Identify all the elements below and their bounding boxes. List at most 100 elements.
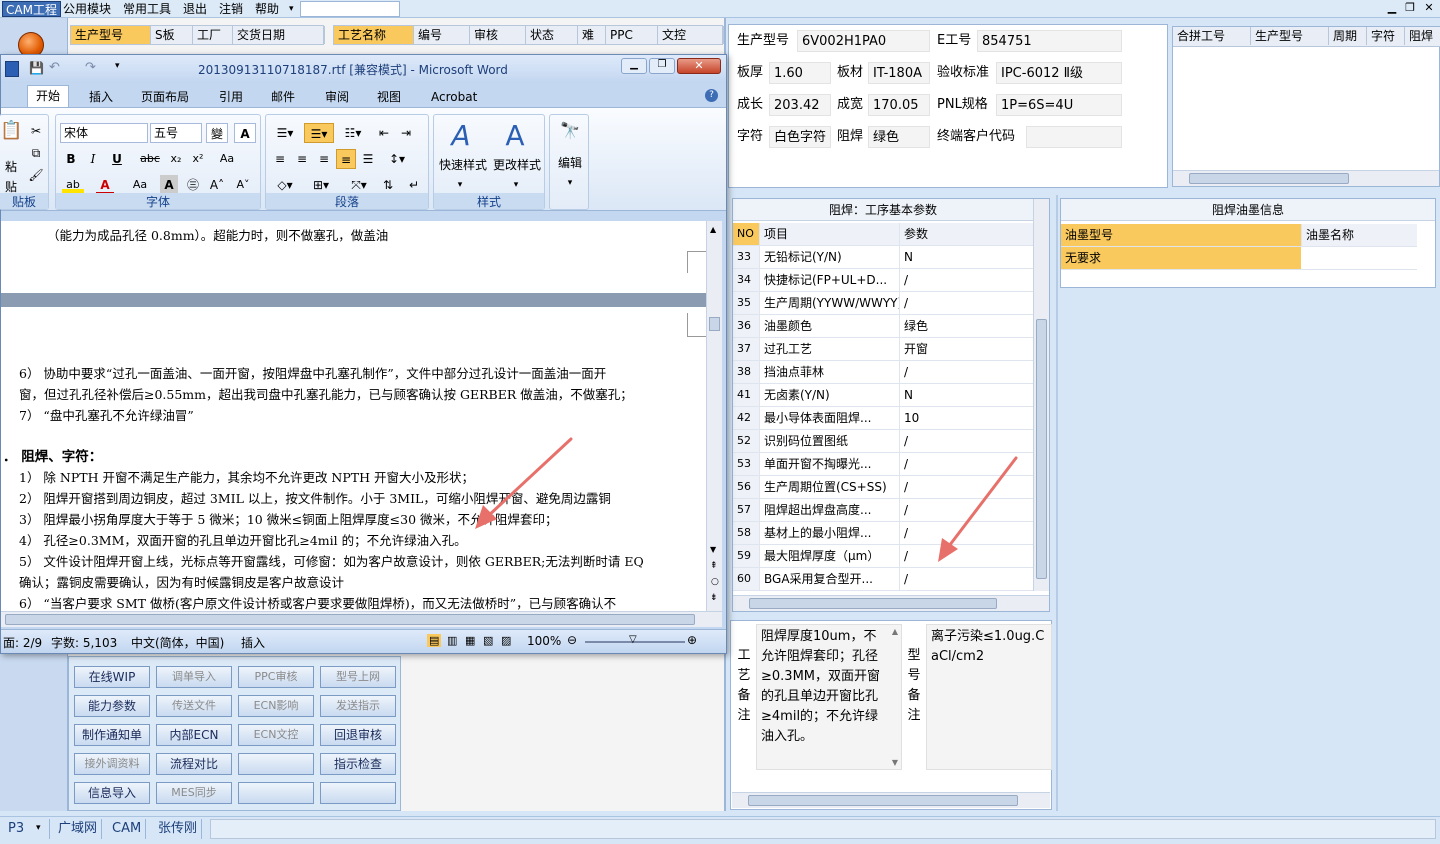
- col-ink-model[interactable]: 油墨型号: [1061, 224, 1301, 246]
- restore-icon[interactable]: ❐: [1402, 1, 1418, 14]
- scroll-thumb[interactable]: [1189, 173, 1349, 184]
- tab-references[interactable]: 引用: [219, 87, 243, 107]
- rollback-review-button[interactable]: 回退审核: [320, 724, 396, 746]
- send-file-button[interactable]: 传送文件: [156, 695, 232, 717]
- next-page-icon[interactable]: ⇟: [710, 593, 718, 603]
- chevron-down-icon[interactable]: ▾: [36, 823, 41, 833]
- table-row[interactable]: 38 挡油点菲林 /: [733, 361, 1033, 384]
- highlight-icon[interactable]: ab: [62, 175, 84, 195]
- col-merge-number[interactable]: 合拼工号: [1173, 27, 1251, 45]
- online-wip-button[interactable]: 在线WIP: [74, 666, 150, 688]
- col-doc-control[interactable]: 文控: [658, 26, 724, 44]
- blank-button-2[interactable]: [238, 782, 314, 804]
- full-reading-icon[interactable]: ▥: [447, 634, 457, 647]
- col-review[interactable]: 审核: [470, 26, 526, 44]
- scroll-thumb[interactable]: [748, 795, 1018, 806]
- word-minimize-icon[interactable]: ▁: [621, 58, 647, 74]
- redo-icon[interactable]: ↷: [85, 60, 96, 75]
- status-language[interactable]: 中文(简体，中国): [131, 634, 224, 651]
- menu-exit[interactable]: 退出: [180, 1, 210, 17]
- col-item[interactable]: 项目: [759, 223, 899, 245]
- web-layout-icon[interactable]: ▦: [465, 634, 475, 647]
- draft-icon[interactable]: ▨: [501, 634, 511, 647]
- col-process-name[interactable]: 工艺名称: [334, 26, 414, 44]
- browse-object-icon[interactable]: ○: [711, 577, 719, 587]
- chevron-down-icon[interactable]: ▾: [562, 173, 578, 193]
- enclose-char-icon[interactable]: ㊂: [184, 175, 202, 195]
- info-import-button[interactable]: 信息导入: [74, 782, 150, 804]
- merge-grid-hscroll[interactable]: [1173, 170, 1439, 186]
- help-icon[interactable]: ?: [705, 89, 718, 102]
- char-shading-icon[interactable]: A: [160, 175, 178, 195]
- tab-review[interactable]: 审阅: [325, 87, 349, 107]
- numbering-icon[interactable]: ☰▾: [304, 123, 334, 143]
- col-param[interactable]: 参数: [899, 223, 1033, 245]
- scroll-up-icon[interactable]: ▲: [710, 225, 716, 234]
- font-color-icon[interactable]: A: [96, 175, 114, 195]
- capability-params-button[interactable]: 能力参数: [74, 695, 150, 717]
- doc-hscroll[interactable]: [1, 611, 722, 627]
- scroll-down-icon[interactable]: ▼: [710, 545, 716, 554]
- clear-format-icon[interactable]: Aa: [216, 149, 238, 169]
- col-number[interactable]: 编号: [414, 26, 470, 44]
- internal-ecn-button[interactable]: 内部ECN: [156, 724, 232, 746]
- undo-icon[interactable]: ↶: [49, 60, 60, 75]
- bullets-icon[interactable]: ☰▾: [270, 123, 300, 143]
- tab-page-layout[interactable]: 页面布局: [141, 87, 189, 107]
- ecn-impact-button[interactable]: ECN影响: [238, 695, 314, 717]
- office-button-icon[interactable]: [5, 61, 19, 77]
- flow-compare-button[interactable]: 流程对比: [156, 753, 232, 775]
- send-instruction-button[interactable]: 发送指示: [320, 695, 396, 717]
- tab-home[interactable]: 开始: [27, 85, 70, 107]
- col-s-board[interactable]: S板: [151, 26, 193, 44]
- notes-hscroll[interactable]: [732, 792, 1050, 808]
- scroll-thumb[interactable]: [5, 614, 695, 625]
- prev-page-icon[interactable]: ⇞: [710, 561, 718, 571]
- process-note-box[interactable]: 阻焊厚度10um，不允许阻焊套印；孔径≥0.3MM，双面开窗的孔且单边开窗比孔≥…: [756, 624, 902, 770]
- strikethrough-icon[interactable]: abc: [138, 149, 162, 169]
- col-ink-name[interactable]: 油墨名称: [1301, 224, 1417, 246]
- subscript-icon[interactable]: x₂: [166, 149, 186, 169]
- menu-combo[interactable]: [300, 1, 400, 17]
- table-row[interactable]: 42 最小导体表面阻焊... 10: [733, 407, 1033, 430]
- page-top[interactable]: （能力为成品孔径 0.8mm）。超能力时，则不做塞孔，做盖油: [1, 221, 706, 293]
- table-row[interactable]: 37 过孔工艺 开窗: [733, 338, 1033, 361]
- quick-styles-label[interactable]: 快速样式: [436, 155, 490, 175]
- show-marks-icon[interactable]: ↵: [404, 175, 424, 195]
- shrink-font-icon[interactable]: A˅: [232, 175, 254, 195]
- menu-common-tools[interactable]: 常用工具: [120, 1, 174, 17]
- model-note-box[interactable]: 离子污染≤1.0ug.CaCl/cm2: [926, 624, 1052, 770]
- import-order-button[interactable]: 调单导入: [156, 666, 232, 688]
- params-hscroll[interactable]: [733, 595, 1049, 611]
- zoom-slider-thumb[interactable]: ▽: [629, 634, 637, 645]
- blank-button-3[interactable]: [320, 782, 396, 804]
- align-left-icon[interactable]: ≡: [270, 149, 290, 169]
- menu-public-module[interactable]: 公用模块: [60, 1, 114, 17]
- multilevel-list-icon[interactable]: ☷▾: [338, 123, 368, 143]
- model-upload-button[interactable]: 型号上网: [320, 666, 396, 688]
- col-status[interactable]: 状态: [526, 26, 578, 44]
- status-p3[interactable]: P3: [4, 819, 50, 839]
- status-insert-mode[interactable]: 插入: [241, 634, 265, 651]
- scroll-up-icon[interactable]: ▲: [892, 627, 898, 636]
- mes-sync-button[interactable]: MES同步: [156, 782, 232, 804]
- change-styles-label[interactable]: 更改样式: [490, 155, 544, 175]
- phonetic-icon[interactable]: 變: [206, 123, 228, 143]
- make-notice-button[interactable]: 制作通知单: [74, 724, 150, 746]
- blank-button-1[interactable]: [238, 753, 314, 775]
- print-layout-icon[interactable]: ▤: [427, 634, 442, 647]
- superscript-icon[interactable]: x²: [188, 149, 208, 169]
- scroll-thumb[interactable]: [1036, 319, 1047, 579]
- col-ppc[interactable]: PPC: [606, 26, 658, 44]
- table-row[interactable]: 34 快捷标记(FP+UL+D... /: [733, 269, 1033, 292]
- line-spacing-icon[interactable]: ↕▾: [382, 149, 412, 169]
- align-right-icon[interactable]: ≡: [314, 149, 334, 169]
- chevron-down-icon[interactable]: ▾: [452, 175, 468, 195]
- external-data-button[interactable]: 接外调资料: [74, 753, 150, 775]
- col-merge-mask[interactable]: 阻焊: [1405, 27, 1440, 45]
- menu-help[interactable]: 帮助: [252, 1, 282, 17]
- copy-icon[interactable]: ⧉: [28, 143, 44, 163]
- table-row[interactable]: 41 无卤素(Y/N) N: [733, 384, 1033, 407]
- status-words[interactable]: 字数: 5,103: [51, 634, 117, 651]
- chevron-down-icon[interactable]: ▾: [508, 175, 524, 195]
